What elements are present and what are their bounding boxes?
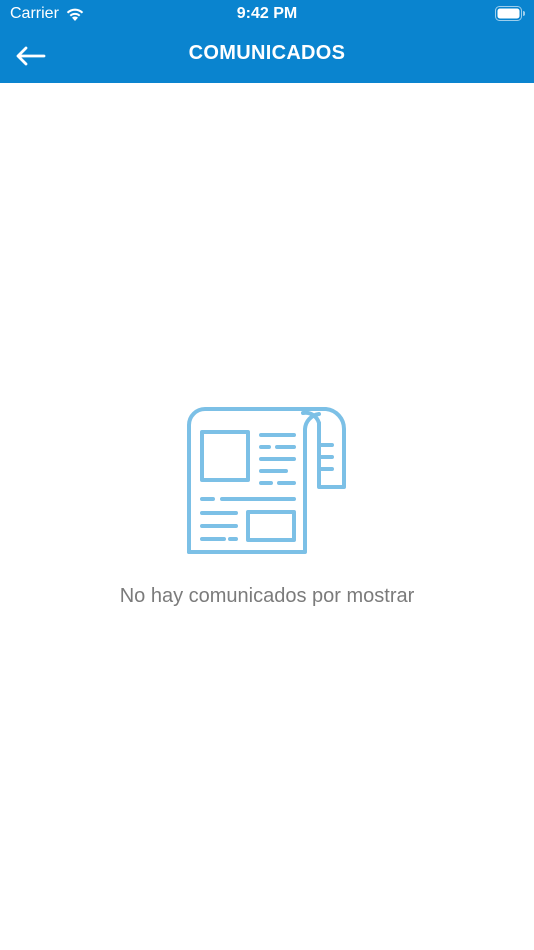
app-header: Carrier 9:42 PM COMUNICADOS [0, 0, 534, 83]
battery-icon [495, 6, 525, 21]
status-time: 9:42 PM [236, 5, 298, 22]
newspaper-icon [187, 407, 347, 554]
status-bar: Carrier 9:42 PM [0, 0, 534, 28]
navigation-bar: COMUNICADOS [0, 28, 534, 83]
empty-state-message: No hay comunicados por mostrar [119, 585, 415, 607]
page-title: COMUNICADOS [188, 42, 346, 64]
empty-state: No hay comunicados por mostrar [0, 405, 534, 608]
